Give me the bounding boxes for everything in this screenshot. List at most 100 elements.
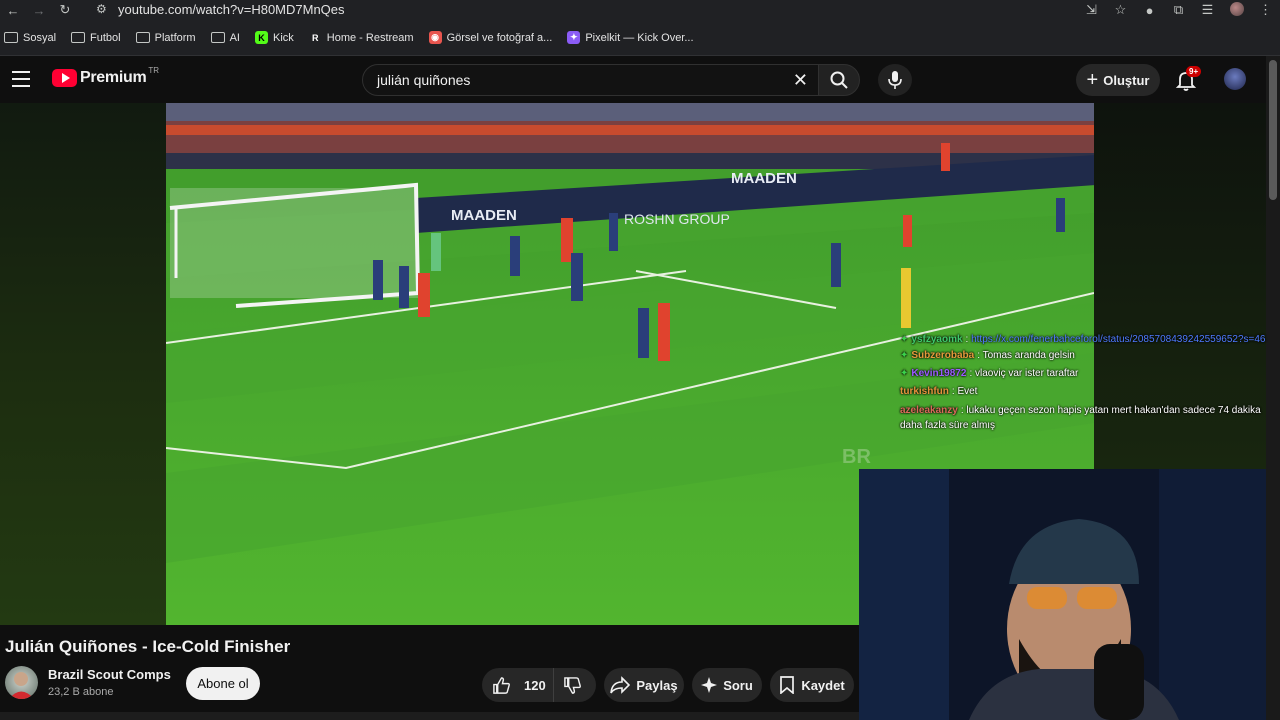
like-button[interactable]: 120	[482, 668, 554, 702]
save-button[interactable]: Kaydet	[770, 668, 854, 702]
create-label: Oluştur	[1103, 72, 1150, 88]
chat-text: vlaoviç var ister taraftar	[975, 368, 1079, 379]
chat-message: ✦ Kevin19872: vlaoviç var ister taraftar	[900, 365, 1266, 383]
chat-text: Tomas aranda gelsin	[982, 350, 1075, 361]
back-icon[interactable]: ←	[0, 0, 26, 20]
search-input[interactable]: julián quiñones ✕	[362, 64, 819, 96]
logo-text: Premium	[80, 69, 147, 86]
chat-username: ysfzyaomk	[911, 334, 963, 345]
like-dislike-group: 120	[482, 668, 596, 702]
bookmark-label: AI	[229, 31, 240, 44]
bookmark-label: Pixelkit — Kick Over...	[585, 31, 694, 44]
bookmark-label: Platform	[154, 31, 196, 44]
bookmark-star-icon[interactable]: ☆	[1106, 2, 1135, 18]
ask-label: Soru	[723, 677, 753, 693]
bookmark-icon	[780, 676, 795, 694]
forward-icon[interactable]: →	[26, 0, 52, 20]
chat-message: turkishfun: Evet	[900, 383, 1266, 401]
ask-button[interactable]: Soru	[692, 668, 762, 702]
sparkle-icon	[701, 677, 718, 693]
ad-board-text-1: MAADEN	[451, 207, 517, 224]
channel-avatar[interactable]	[5, 666, 38, 699]
youtube-play-icon	[52, 69, 77, 87]
chat-message: azeleakanzy: lukaku geçen sezon hapis ya…	[900, 401, 1266, 433]
site-settings-icon[interactable]: ⚙	[96, 2, 118, 16]
channel-watermark: BR	[842, 446, 871, 468]
bookmark-item[interactable]: ✦ Pixelkit — Kick Over...	[567, 31, 694, 44]
bookmark-label: Sosyal	[23, 31, 57, 44]
bookmark-item[interactable]: Sosyal	[4, 32, 56, 44]
plus-icon: +	[1086, 69, 1099, 91]
extension-dot-icon[interactable]: ●	[1135, 3, 1164, 18]
install-icon[interactable]: ⇲	[1077, 2, 1106, 18]
chat-text: Evet	[957, 386, 978, 397]
youtube-logo[interactable]: Premium TR	[52, 65, 160, 87]
bookmark-label: Kick	[272, 31, 294, 44]
menu-icon[interactable]	[12, 71, 30, 87]
clear-search-icon[interactable]: ✕	[793, 70, 808, 91]
bookmark-item[interactable]: K Kick	[254, 31, 294, 44]
share-button[interactable]: Paylaş	[604, 668, 684, 702]
search-value: julián quiñones	[377, 72, 471, 88]
subscribe-button[interactable]: Abone ol	[186, 667, 260, 700]
youtube-header: Premium TR julián quiñones ✕ + Oluştur 9…	[0, 56, 1280, 103]
chat-username: Kevin19872	[911, 368, 967, 379]
account-avatar[interactable]	[1224, 68, 1246, 90]
chat-badge-icon: ✦	[900, 350, 909, 361]
microphone-icon	[888, 71, 902, 89]
region-code: TR	[148, 65, 160, 75]
chat-message: ✦ ysfzyaomk: https://x.com/fenerbahceforo…	[900, 330, 1266, 347]
chat-text[interactable]: https://x.com/fenerbahceforol/status/208…	[971, 334, 1265, 345]
bookmarks-bar: Sosyal Futbol Platform AI K Kick R Home - Restr…	[0, 20, 1280, 56]
ad-board-text-2: ROSHN GROUP	[624, 211, 730, 227]
search-icon	[830, 71, 848, 89]
address-bar[interactable]: ⚙ youtube.com/watch?v=H80MD7MnQes	[96, 0, 345, 18]
bookmark-item[interactable]: R Home - Restream	[308, 31, 414, 44]
bookmark-item[interactable]: Futbol	[71, 32, 121, 44]
bookmark-item[interactable]: AI	[210, 31, 240, 44]
description-edge	[0, 712, 859, 720]
site-favicon-icon: ✦	[567, 31, 581, 44]
chat-overlay: ✦ ysfzyaomk: https://x.com/fenerbahceforo…	[900, 330, 1266, 433]
dislike-button[interactable]	[554, 676, 596, 695]
ambient-left	[0, 103, 166, 625]
search-button[interactable]	[818, 64, 860, 96]
site-favicon-icon: R	[308, 31, 322, 44]
chat-message: ✦ Subzerobaba: Tomas aranda gelsin	[900, 347, 1266, 365]
bookmark-label: Home - Restream	[326, 31, 414, 44]
folder-icon	[135, 32, 150, 43]
voice-search-button[interactable]	[878, 64, 912, 96]
share-icon	[610, 676, 631, 694]
save-label: Kaydet	[801, 677, 845, 693]
bookmark-item[interactable]: Platform	[135, 31, 196, 44]
ad-board-text-3: MAADEN	[731, 170, 797, 187]
bookmark-item[interactable]: ◉ Görsel ve fotoğraf a...	[428, 31, 553, 44]
reading-list-icon[interactable]: ☰	[1193, 2, 1222, 18]
reload-icon[interactable]: ↻	[52, 0, 78, 20]
url-text[interactable]: youtube.com/watch?v=H80MD7MnQes	[118, 2, 345, 17]
profile-avatar[interactable]	[1222, 1, 1251, 19]
thumbs-up-icon	[493, 676, 510, 694]
folder-icon	[71, 32, 86, 43]
chat-username: turkishfun	[900, 386, 949, 397]
streamer-webcam	[859, 469, 1266, 720]
bookmark-label: Futbol	[90, 31, 121, 44]
chat-badge-icon: ✦	[900, 368, 909, 379]
notification-badge: 9+	[1186, 66, 1202, 77]
browser-menu-icon[interactable]: ⋮	[1251, 2, 1280, 18]
folder-icon	[210, 32, 225, 43]
subscriber-count: 23,2 B abone	[48, 686, 114, 698]
chat-username: azeleakanzy	[900, 405, 958, 416]
create-button[interactable]: + Oluştur	[1076, 64, 1160, 96]
bookmark-label: Görsel ve fotoğraf a...	[446, 31, 553, 44]
browser-actions: ⇲ ☆ ● ⧉ ☰ ⋮	[1077, 0, 1280, 20]
extensions-icon[interactable]: ⧉	[1164, 2, 1193, 18]
thumbs-down-icon	[563, 676, 581, 694]
scrollbar-thumb[interactable]	[1269, 60, 1277, 200]
site-favicon-icon: ◉	[428, 31, 442, 44]
site-favicon-icon: K	[254, 31, 268, 44]
chat-badge-icon: ✦	[900, 334, 909, 345]
channel-name[interactable]: Brazil Scout Comps	[48, 667, 171, 682]
share-label: Paylaş	[636, 677, 678, 693]
chat-username: Subzerobaba	[911, 350, 975, 361]
